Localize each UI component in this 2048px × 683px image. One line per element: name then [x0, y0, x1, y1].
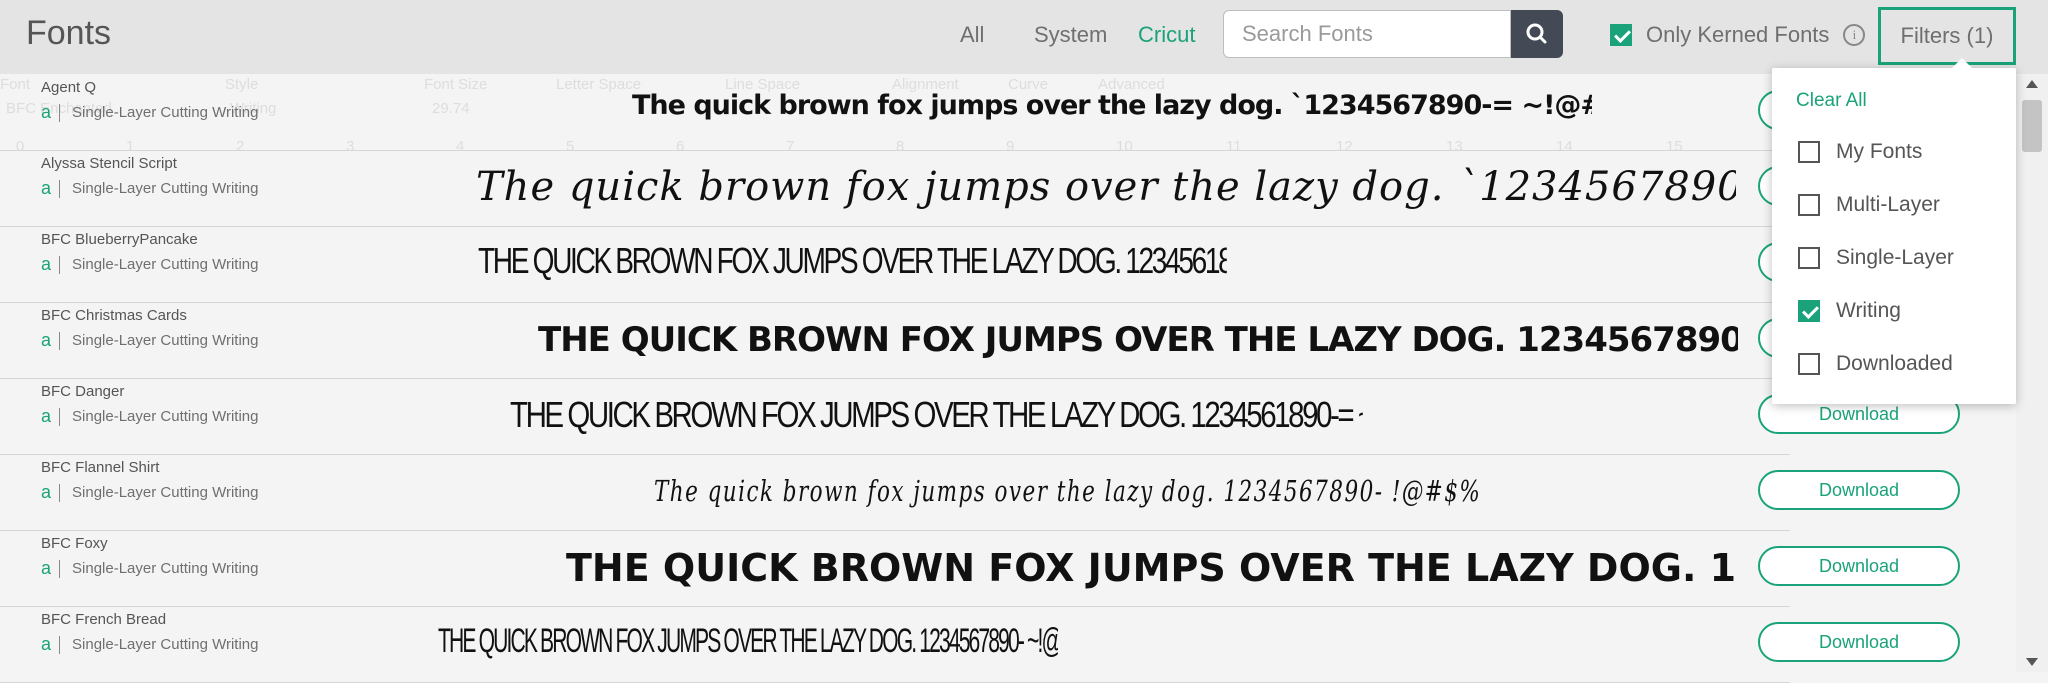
font-type-icon: a: [41, 634, 52, 654]
filter-single-layer[interactable]: Single-Layer: [1798, 246, 1954, 270]
font-row[interactable]: BFC Danger a Single-Layer Cutting Writin…: [0, 378, 1960, 455]
font-name: BFC French Bread: [41, 611, 167, 628]
font-row[interactable]: BFC French Bread a Single-Layer Cutting …: [0, 606, 1960, 683]
filter-label: Multi-Layer: [1836, 193, 1940, 216]
download-button[interactable]: Download: [1758, 546, 1960, 586]
font-row[interactable]: Alyssa Stencil Script a Single-Layer Cut…: [0, 150, 1960, 227]
font-preview: The quick brown fox jumps over the lazy …: [476, 164, 1736, 210]
separator: [59, 559, 61, 578]
search-button[interactable]: [1511, 10, 1563, 58]
font-meta-label: Single-Layer Cutting Writing: [72, 560, 259, 577]
font-row[interactable]: Agent Q a Single-Layer Cutting Writing T…: [0, 74, 1960, 151]
font-type-icon: a: [41, 330, 52, 350]
font-meta: a Single-Layer Cutting Writing: [41, 558, 259, 579]
download-button[interactable]: Download: [1758, 622, 1960, 662]
font-meta: a Single-Layer Cutting Writing: [41, 482, 259, 503]
scrollbar[interactable]: [2016, 74, 2048, 672]
separator: [59, 255, 61, 274]
filter-my-fonts[interactable]: My Fonts: [1798, 140, 1922, 164]
font-list: Agent Q a Single-Layer Cutting Writing T…: [0, 74, 1960, 683]
font-meta: a Single-Layer Cutting Writing: [41, 634, 259, 655]
font-type-icon: a: [41, 178, 52, 198]
font-row[interactable]: BFC BlueberryPancake a Single-Layer Cutt…: [0, 226, 1960, 303]
tab-all[interactable]: All: [960, 22, 984, 48]
font-preview: THE QUICK BROWN FOX JUMPS OVER THE LAZY …: [478, 240, 1227, 281]
filter-label: Downloaded: [1836, 352, 1953, 375]
search-input[interactable]: [1223, 10, 1511, 58]
font-row[interactable]: BFC Christmas Cards a Single-Layer Cutti…: [0, 302, 1960, 379]
filter-checkbox[interactable]: [1798, 247, 1820, 269]
only-kerned-toggle[interactable]: Only Kerned Fonts i: [1610, 22, 1866, 48]
font-meta: a Single-Layer Cutting Writing: [41, 406, 259, 427]
scroll-down-icon[interactable]: [2026, 658, 2038, 666]
top-bar: Fonts All System Cricut Only Kerned Font…: [0, 0, 2048, 74]
separator: [59, 635, 61, 654]
filter-checkbox[interactable]: [1798, 141, 1820, 163]
font-meta: a Single-Layer Cutting Writing: [41, 178, 259, 199]
separator: [59, 483, 61, 502]
font-type-icon: a: [41, 102, 52, 122]
font-preview: The quick brown fox jumps over the lazy …: [654, 474, 1483, 508]
font-name: BFC Danger: [41, 383, 125, 400]
separator: [59, 407, 61, 426]
filter-label: Writing: [1836, 299, 1901, 322]
font-preview: THE QUICK BROWN FOX JUMPS OVER THE LAZY …: [438, 622, 1058, 660]
font-preview: THE QUICK BROWN FOX JUMPS OVER THE LAZY …: [510, 394, 1363, 435]
filter-downloaded[interactable]: Downloaded: [1798, 352, 1953, 376]
search-icon: [1526, 23, 1547, 44]
separator: [59, 331, 61, 350]
font-meta-label: Single-Layer Cutting Writing: [72, 332, 259, 349]
font-type-icon: a: [41, 254, 52, 274]
filter-checkbox[interactable]: [1798, 353, 1820, 375]
font-name: BFC Flannel Shirt: [41, 459, 160, 476]
separator: [59, 103, 61, 122]
font-name: BFC Foxy: [41, 535, 108, 552]
font-preview: THE QUICK BROWN FOX JUMPS OVER THE LAZY …: [538, 320, 1738, 360]
font-type-icon: a: [41, 558, 52, 578]
font-preview: The quick brown fox jumps over the lazy …: [632, 90, 1592, 121]
font-name: Alyssa Stencil Script: [41, 155, 177, 172]
font-type-icon: a: [41, 406, 52, 426]
filters-dropdown: Clear All My Fonts Multi-Layer Single-La…: [1772, 58, 2016, 404]
tab-cricut[interactable]: Cricut: [1138, 22, 1195, 48]
filter-multi-layer[interactable]: Multi-Layer: [1798, 193, 1940, 217]
scroll-thumb[interactable]: [2022, 100, 2042, 152]
filter-label: My Fonts: [1836, 140, 1923, 163]
font-meta-label: Single-Layer Cutting Writing: [72, 180, 259, 197]
font-meta-label: Single-Layer Cutting Writing: [72, 636, 259, 653]
font-type-icon: a: [41, 482, 52, 502]
tab-system[interactable]: System: [1034, 22, 1107, 48]
filter-label: Single-Layer: [1836, 246, 1954, 269]
only-kerned-label: Only Kerned Fonts: [1646, 22, 1830, 47]
info-icon[interactable]: i: [1843, 24, 1866, 46]
filter-writing[interactable]: Writing: [1798, 299, 1901, 323]
font-meta-label: Single-Layer Cutting Writing: [72, 256, 259, 273]
separator: [59, 179, 61, 198]
scroll-up-icon[interactable]: [2026, 80, 2038, 88]
font-meta: a Single-Layer Cutting Writing: [41, 254, 259, 275]
page-title: Fonts: [26, 14, 112, 52]
filter-checkbox[interactable]: [1798, 300, 1820, 322]
font-name: Agent Q: [41, 79, 97, 96]
font-preview: THE QUICK BROWN FOX JUMPS OVER THE LAZY …: [566, 546, 1736, 590]
font-name: BFC BlueberryPancake: [41, 231, 198, 248]
font-meta-label: Single-Layer Cutting Writing: [72, 408, 259, 425]
font-meta-label: Single-Layer Cutting Writing: [72, 484, 259, 501]
download-button[interactable]: Download: [1758, 470, 1960, 510]
font-row[interactable]: BFC Foxy a Single-Layer Cutting Writing …: [0, 530, 1960, 607]
font-row[interactable]: BFC Flannel Shirt a Single-Layer Cutting…: [0, 454, 1960, 531]
font-name: BFC Christmas Cards: [41, 307, 187, 324]
clear-all-link[interactable]: Clear All: [1796, 90, 1867, 112]
font-meta: a Single-Layer Cutting Writing: [41, 330, 259, 351]
font-meta: a Single-Layer Cutting Writing: [41, 102, 259, 123]
font-meta-label: Single-Layer Cutting Writing: [72, 104, 259, 121]
dropdown-caret: [1952, 58, 1972, 68]
only-kerned-checkbox[interactable]: [1610, 24, 1632, 46]
filters-button[interactable]: Filters (1): [1878, 7, 2016, 65]
filter-checkbox[interactable]: [1798, 194, 1820, 216]
